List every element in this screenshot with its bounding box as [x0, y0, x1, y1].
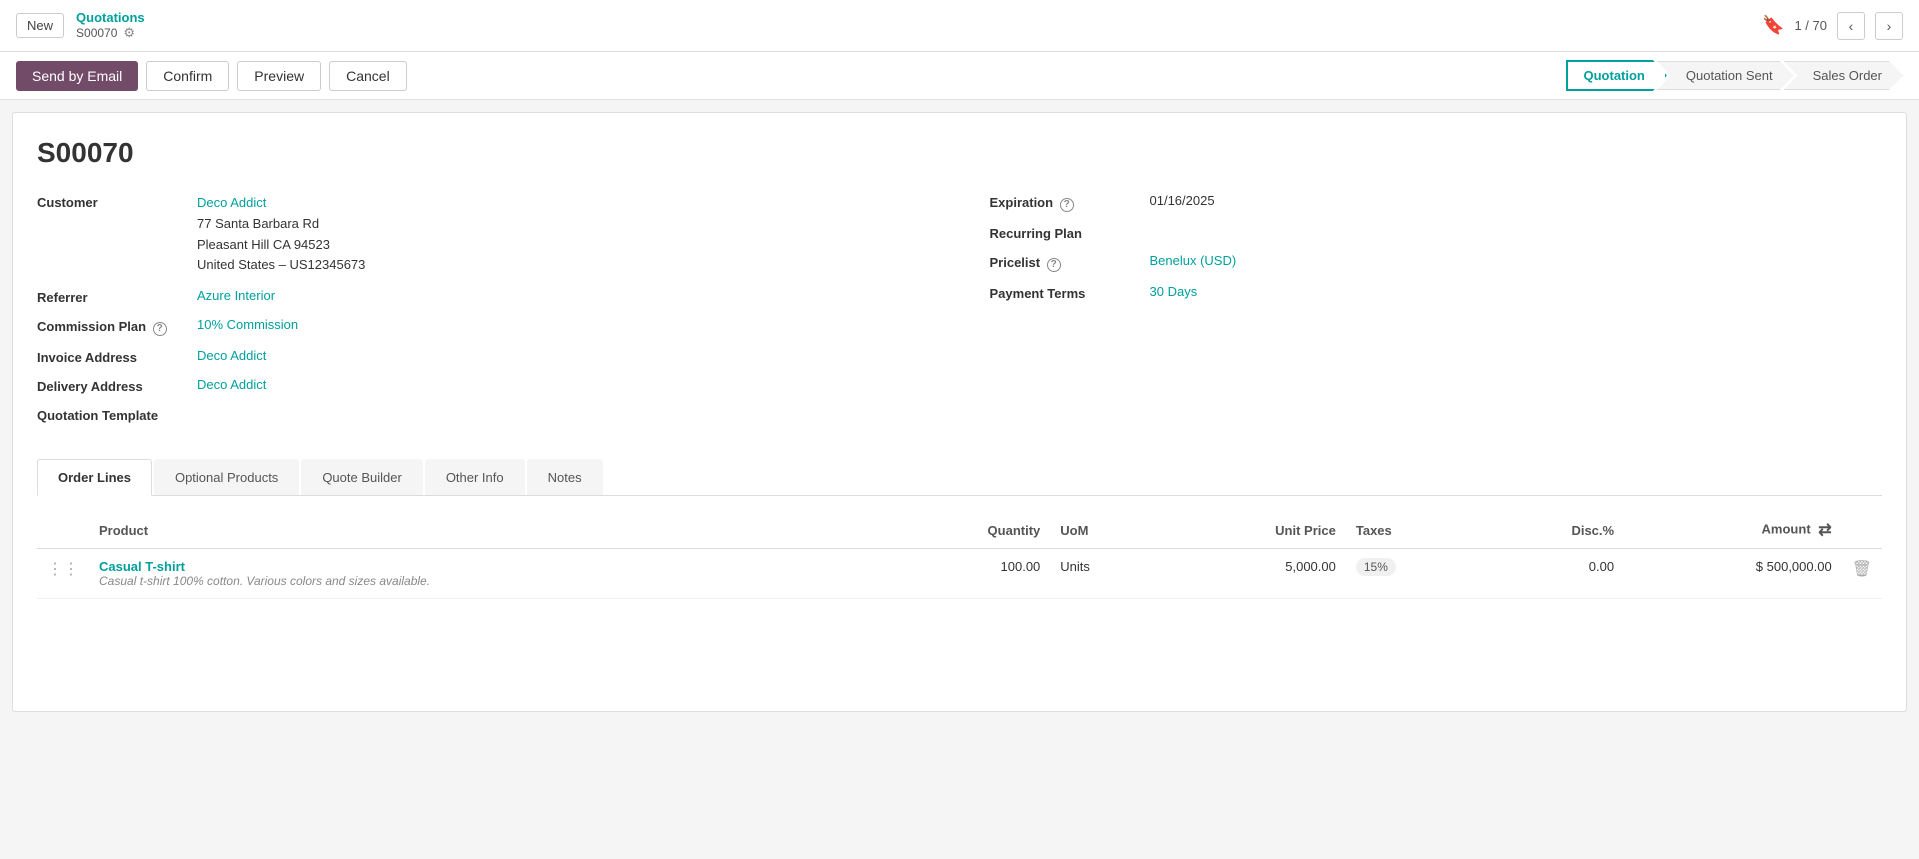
top-bar-left: New Quotations S00070 ⚙: [16, 10, 145, 41]
tabs-container: Order Lines Optional Products Quote Buil…: [37, 459, 1882, 496]
referrer-value[interactable]: Azure Interior: [197, 288, 275, 303]
col-actions: [1842, 512, 1882, 549]
order-lines-panel: Product Quantity UoM Unit Price Taxes Di…: [37, 512, 1882, 599]
tab-notes[interactable]: Notes: [527, 459, 603, 495]
amount-cell: $ 500,000.00: [1624, 549, 1842, 599]
preview-button[interactable]: Preview: [237, 61, 321, 91]
customer-address2: Pleasant Hill CA 94523: [197, 235, 365, 256]
pricelist-value[interactable]: Benelux (USD): [1150, 253, 1237, 268]
col-uom-header: UoM: [1050, 512, 1163, 549]
pricelist-label: Pricelist ?: [990, 253, 1150, 272]
product-name[interactable]: Casual T-shirt: [99, 559, 875, 574]
payment-terms-row: Payment Terms 30 Days: [990, 284, 1883, 301]
customer-address1: 77 Santa Barbara Rd: [197, 214, 365, 235]
quantity-cell[interactable]: 100.00: [885, 549, 1050, 599]
tab-quote-builder[interactable]: Quote Builder: [301, 459, 423, 495]
send-email-button[interactable]: Send by Email: [16, 61, 138, 91]
commission-plan-label: Commission Plan ?: [37, 317, 197, 336]
order-table: Product Quantity UoM Unit Price Taxes Di…: [37, 512, 1882, 599]
referrer-label: Referrer: [37, 288, 197, 305]
col-drag: [37, 512, 89, 549]
breadcrumb-record: S00070: [76, 26, 117, 40]
table-header-row: Product Quantity UoM Unit Price Taxes Di…: [37, 512, 1882, 549]
status-pipeline: Quotation Quotation Sent Sales Order: [1566, 60, 1904, 91]
col-amount-header: Amount ⇄: [1624, 512, 1842, 549]
drag-handle-icon[interactable]: ⋮⋮: [47, 561, 79, 578]
main-content: S00070 Customer Deco Addict 77 Santa Bar…: [12, 112, 1907, 712]
page-info: 1 / 70: [1794, 18, 1827, 33]
col-unit-price-header: Unit Price: [1163, 512, 1346, 549]
product-cell: Casual T-shirt Casual t-shirt 100% cotto…: [89, 549, 885, 599]
referrer-row: Referrer Azure Interior: [37, 288, 930, 305]
disc-cell[interactable]: 0.00: [1482, 549, 1624, 599]
invoice-address-label: Invoice Address: [37, 348, 197, 365]
new-button[interactable]: New: [16, 13, 64, 38]
unit-price-cell[interactable]: 5,000.00: [1163, 549, 1346, 599]
pricelist-help-icon[interactable]: ?: [1047, 258, 1061, 272]
prev-record-button[interactable]: ‹: [1837, 12, 1865, 40]
tab-order-lines[interactable]: Order Lines: [37, 459, 152, 496]
pricelist-row: Pricelist ? Benelux (USD): [990, 253, 1883, 272]
confirm-button[interactable]: Confirm: [146, 61, 229, 91]
commission-plan-value[interactable]: 10% Commission: [197, 317, 298, 332]
cancel-button[interactable]: Cancel: [329, 61, 407, 91]
tab-optional-products[interactable]: Optional Products: [154, 459, 299, 495]
action-buttons: Send by Email Confirm Preview Cancel: [16, 61, 407, 91]
pipeline-step-sales-order[interactable]: Sales Order: [1784, 61, 1903, 90]
record-title: S00070: [37, 137, 1882, 169]
payment-terms-label: Payment Terms: [990, 284, 1150, 301]
product-description: Casual t-shirt 100% cotton. Various colo…: [99, 574, 875, 588]
delete-cell: 🗑: [1842, 549, 1882, 599]
expiration-label: Expiration ?: [990, 193, 1150, 212]
expiration-row: Expiration ? 01/16/2025: [990, 193, 1883, 212]
commission-plan-row: Commission Plan ? 10% Commission: [37, 317, 930, 336]
invoice-address-value[interactable]: Deco Addict: [197, 348, 266, 363]
amount-settings-icon[interactable]: ⇄: [1818, 522, 1831, 539]
customer-value: Deco Addict 77 Santa Barbara Rd Pleasant…: [197, 193, 365, 276]
form-section: Customer Deco Addict 77 Santa Barbara Rd…: [37, 193, 1882, 435]
tabs: Order Lines Optional Products Quote Buil…: [37, 459, 1882, 495]
expiration-help-icon[interactable]: ?: [1060, 198, 1074, 212]
gear-icon[interactable]: ⚙: [123, 25, 135, 41]
col-taxes-header: Taxes: [1346, 512, 1482, 549]
quotation-template-row: Quotation Template: [37, 406, 930, 423]
next-record-button[interactable]: ›: [1875, 12, 1903, 40]
table-row: ⋮⋮ Casual T-shirt Casual t-shirt 100% co…: [37, 549, 1882, 599]
recurring-plan-label: Recurring Plan: [990, 224, 1150, 241]
uom-cell[interactable]: Units: [1050, 549, 1163, 599]
top-bar: New Quotations S00070 ⚙ 🔖 1 / 70 ‹ ›: [0, 0, 1919, 52]
quotation-template-label: Quotation Template: [37, 406, 197, 423]
action-bar: Send by Email Confirm Preview Cancel Quo…: [0, 52, 1919, 100]
delivery-address-row: Delivery Address Deco Addict: [37, 377, 930, 394]
col-disc-header: Disc.%: [1482, 512, 1624, 549]
invoice-address-row: Invoice Address Deco Addict: [37, 348, 930, 365]
customer-address3: United States – US12345673: [197, 255, 365, 276]
col-product-header: Product: [89, 512, 885, 549]
col-quantity-header: Quantity: [885, 512, 1050, 549]
breadcrumb: Quotations S00070 ⚙: [76, 10, 145, 41]
commission-plan-help-icon[interactable]: ?: [153, 322, 167, 336]
delivery-address-value[interactable]: Deco Addict: [197, 377, 266, 392]
breadcrumb-title[interactable]: Quotations: [76, 10, 145, 25]
customer-name[interactable]: Deco Addict: [197, 193, 365, 214]
pipeline-step-quotation[interactable]: Quotation: [1566, 60, 1667, 91]
drag-cell[interactable]: ⋮⋮: [37, 549, 89, 599]
customer-row: Customer Deco Addict 77 Santa Barbara Rd…: [37, 193, 930, 276]
delete-row-button[interactable]: 🗑: [1852, 559, 1872, 579]
form-right-col: Expiration ? 01/16/2025 Recurring Plan P…: [990, 193, 1883, 435]
recurring-plan-row: Recurring Plan: [990, 224, 1883, 241]
tab-other-info[interactable]: Other Info: [425, 459, 525, 495]
form-left-col: Customer Deco Addict 77 Santa Barbara Rd…: [37, 193, 930, 435]
delivery-address-label: Delivery Address: [37, 377, 197, 394]
pipeline-step-quotation-sent[interactable]: Quotation Sent: [1657, 61, 1794, 90]
taxes-cell: 15%: [1346, 549, 1482, 599]
top-bar-right: 🔖 1 / 70 ‹ ›: [1762, 12, 1903, 40]
breadcrumb-sub: S00070 ⚙: [76, 25, 145, 41]
customer-label: Customer: [37, 193, 197, 210]
payment-terms-value[interactable]: 30 Days: [1150, 284, 1198, 299]
tax-badge[interactable]: 15%: [1356, 558, 1396, 576]
expiration-value[interactable]: 01/16/2025: [1150, 193, 1215, 208]
bookmark-icon[interactable]: 🔖: [1762, 15, 1784, 36]
